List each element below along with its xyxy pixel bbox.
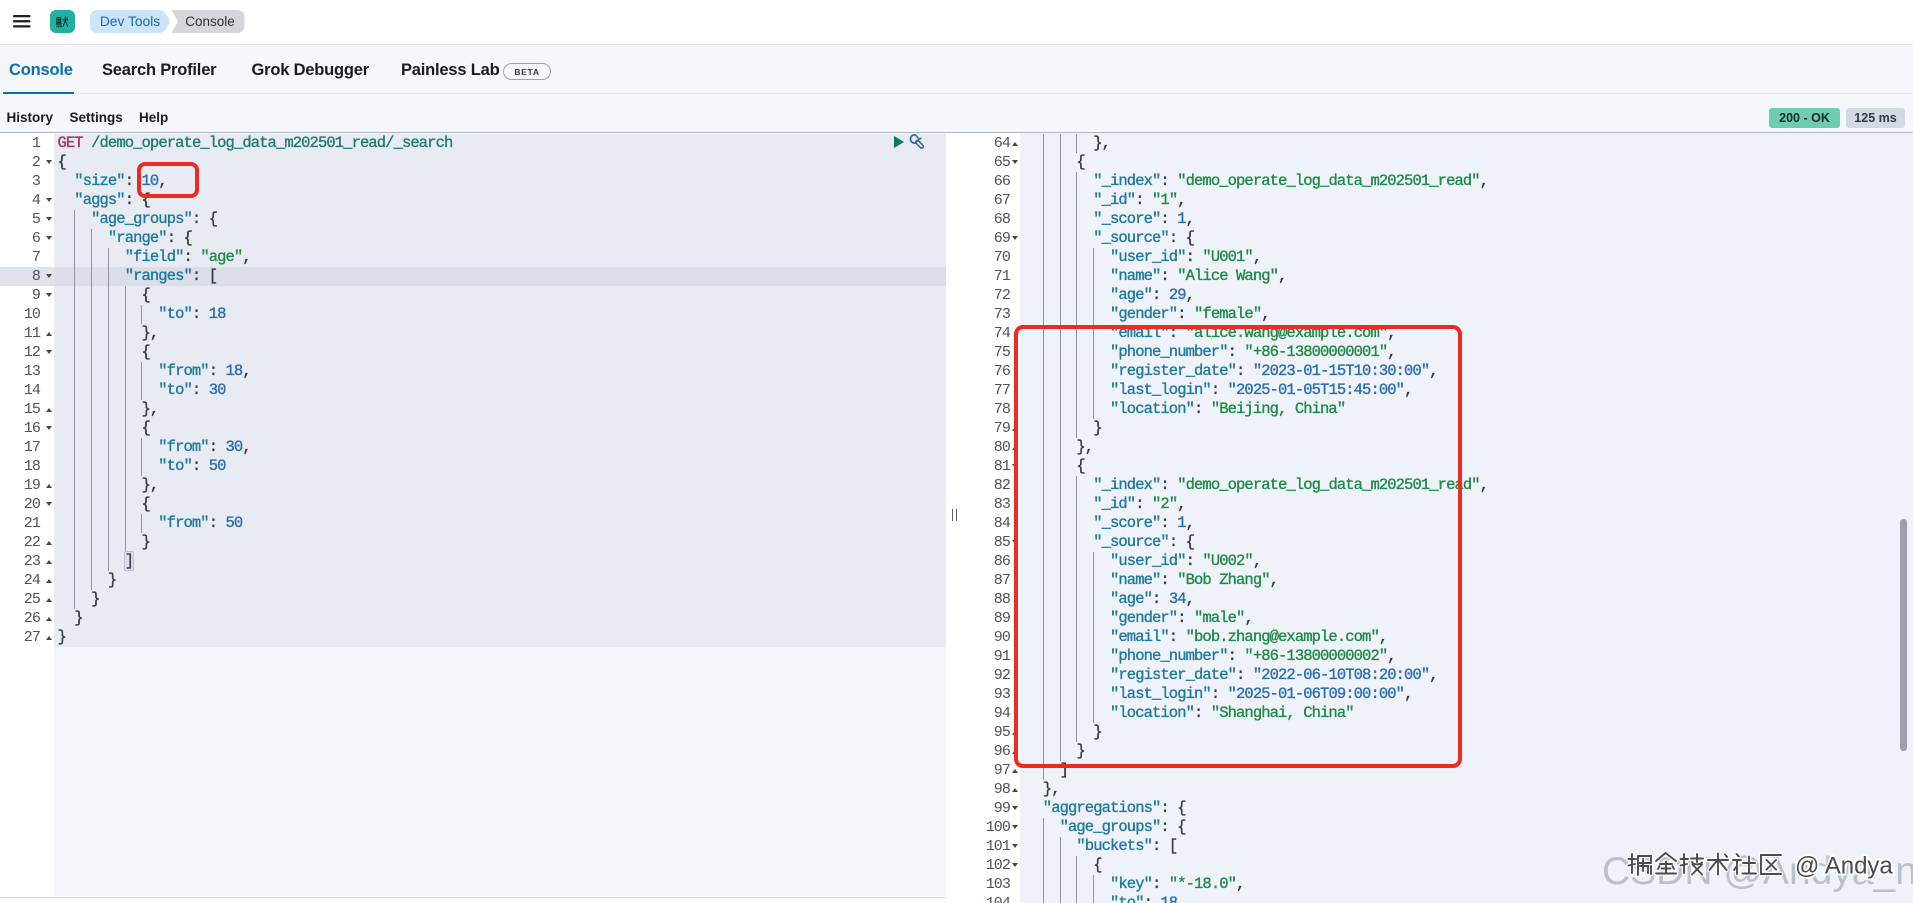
svg-text:@ Andya: @ Andya — [1795, 853, 1893, 880]
svg-text:Console: Console — [185, 14, 235, 29]
svg-text:Dev Tools: Dev Tools — [100, 14, 160, 29]
